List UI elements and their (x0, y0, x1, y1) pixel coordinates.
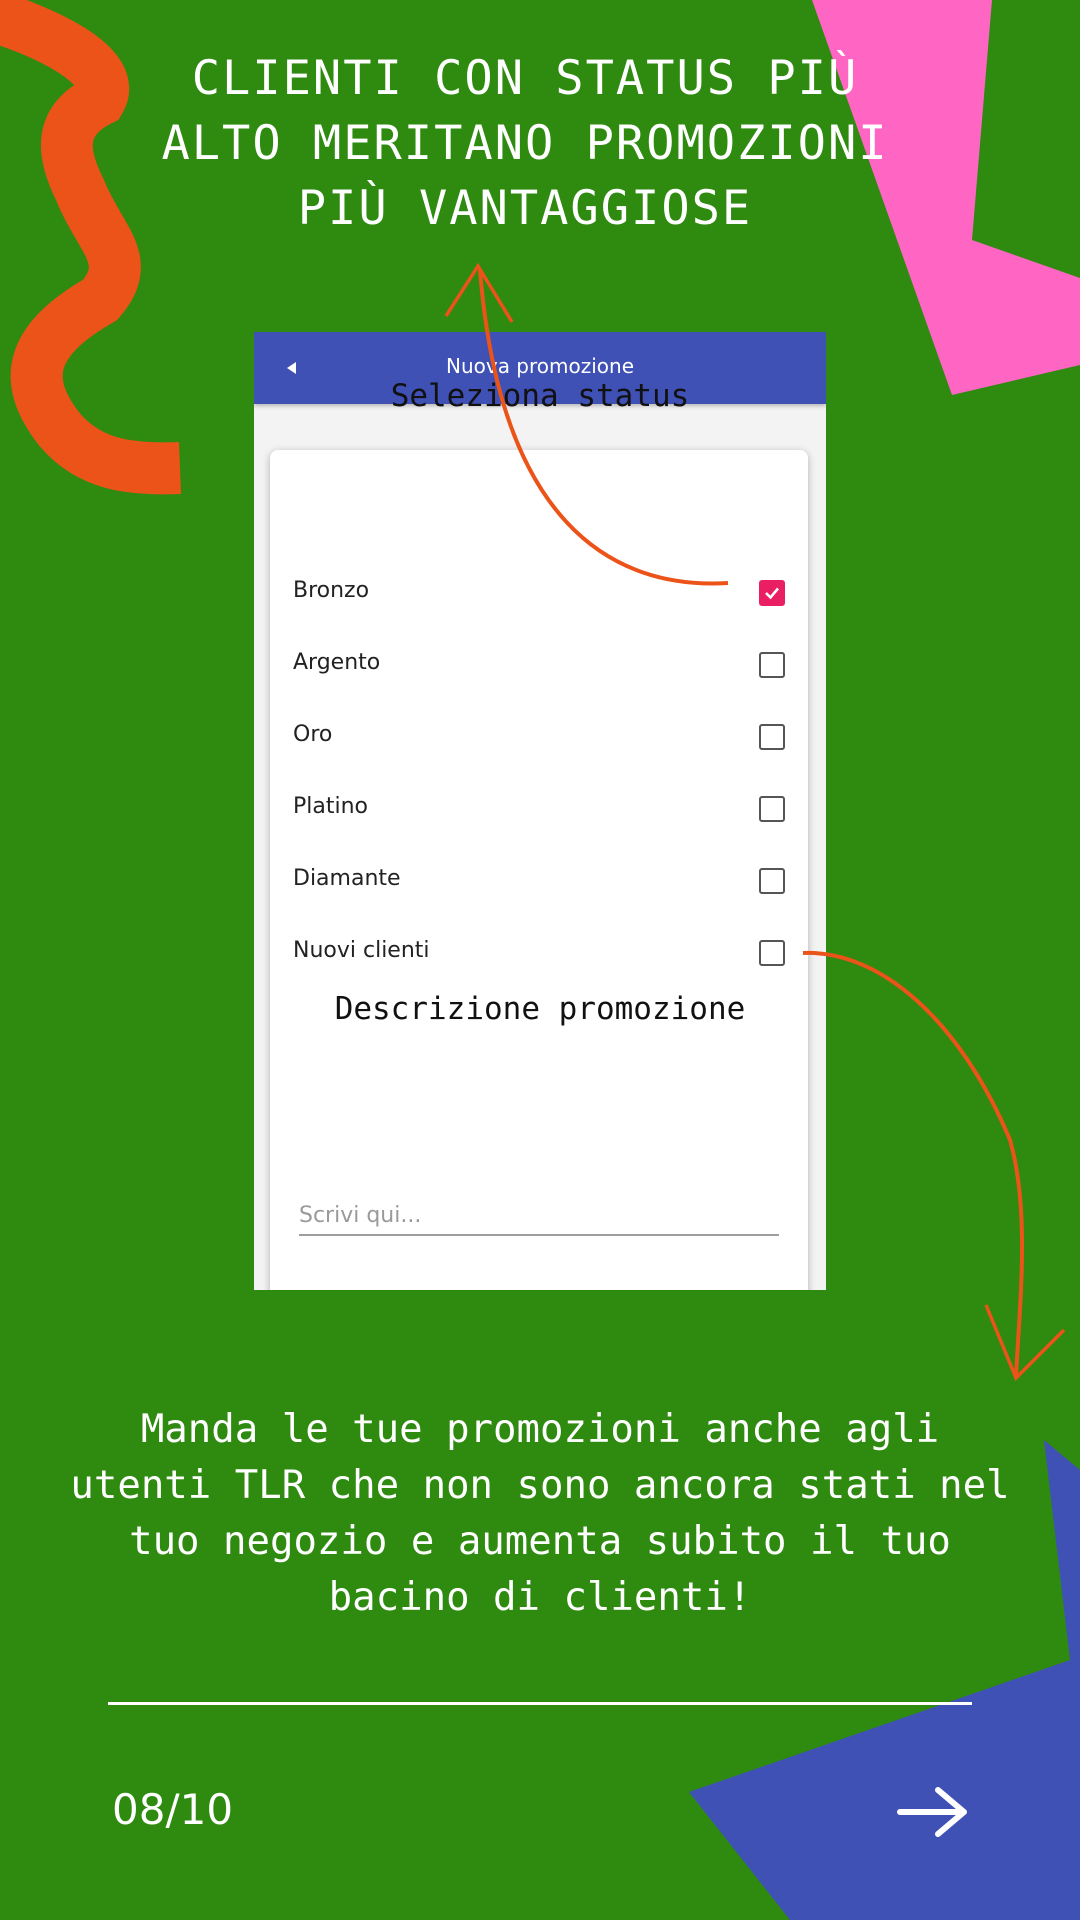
page-counter: 08/10 (112, 1785, 234, 1834)
status-option-platino[interactable]: Platino (254, 780, 826, 840)
headline: CLIENTI CON STATUS PIÙ ALTO MERITANO PRO… (161, 51, 889, 236)
status-checkbox[interactable] (759, 796, 785, 822)
status-checkbox[interactable] (759, 580, 785, 606)
checkmark-icon (765, 587, 779, 600)
description-section-title: Descrizione promozione (334, 991, 746, 1027)
status-option-label: Oro (293, 722, 333, 747)
status-option-argento[interactable]: Argento (254, 636, 826, 696)
status-checkbox[interactable] (759, 724, 785, 750)
footer-divider (108, 1702, 972, 1705)
status-option-label: Nuovi clienti (293, 938, 430, 963)
status-checkbox[interactable] (759, 868, 785, 894)
status-option-diamante[interactable]: Diamante (254, 852, 826, 912)
status-option-oro[interactable]: Oro (254, 708, 826, 768)
app-bar-title: Nuova promozione (445, 354, 635, 378)
status-section-title: Seleziona status (390, 378, 690, 414)
status-option-label: Diamante (293, 866, 401, 891)
arrow-right-icon[interactable] (896, 1784, 972, 1840)
status-option-label: Bronzo (293, 578, 370, 603)
status-option-nuovi-clienti[interactable]: Nuovi clienti (254, 924, 826, 984)
description-input[interactable] (299, 1196, 779, 1236)
status-option-bronzo[interactable]: Bronzo (254, 564, 826, 624)
status-option-label: Platino (293, 794, 369, 819)
status-checkbox[interactable] (759, 940, 785, 966)
body-text: Manda le tue promozioni anche agli utent… (70, 1407, 1010, 1620)
status-checkbox[interactable] (759, 652, 785, 678)
status-option-label: Argento (293, 650, 381, 675)
